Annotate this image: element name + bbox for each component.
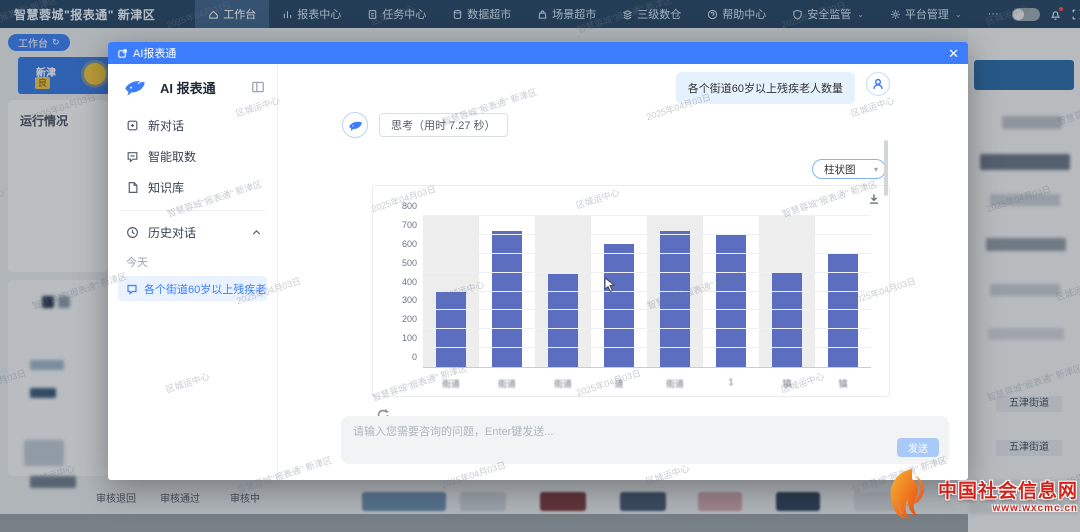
close-icon[interactable]: ✕ — [948, 47, 959, 60]
y-tick-label: 100 — [402, 333, 417, 343]
y-tick-label: 200 — [402, 314, 417, 324]
divider — [120, 210, 265, 211]
x-tick-label: 道 — [591, 377, 647, 390]
modal-title: AI报表通 — [133, 45, 176, 61]
assistant-row: 思考（用时 7.27 秒） — [342, 112, 508, 138]
chart-column — [815, 216, 871, 367]
modal-sidebar: AI 报表通 新对话智能取数知识库 历史对话 今天 各个街道60岁以上残疾老..… — [108, 64, 278, 480]
user-message-bubble: 各个街道60岁以上残疾老人数量 — [676, 72, 855, 104]
chart-column — [535, 216, 591, 367]
y-tick-label: 0 — [412, 352, 417, 362]
x-tick-label: 镇 — [759, 377, 815, 390]
sidebar-item-1[interactable]: 智能取数 — [108, 141, 277, 172]
y-tick-label: 500 — [402, 258, 417, 268]
sidebar-item-2[interactable]: 知识库 — [108, 172, 277, 203]
chat-main: 各个街道60岁以上残疾老人数量 思考（用时 7.27 秒） 柱状图▾ — [278, 64, 968, 480]
y-tick-label: 600 — [402, 239, 417, 249]
question-input-box: 发送 — [341, 416, 949, 464]
chat-scrollbar[interactable] — [884, 140, 888, 196]
whale-logo-icon — [122, 74, 148, 100]
bar — [548, 274, 578, 367]
x-tick-label: 1 — [703, 377, 759, 390]
app-title: AI 报表通 — [160, 78, 216, 97]
chart-card: 0100200300400500600700800 街道街道街道道街道1镇镇 — [372, 185, 890, 397]
x-axis-labels: 街道街道街道道街道1镇镇 — [423, 377, 871, 390]
send-button[interactable]: 发送 — [897, 438, 939, 457]
new-chat-icon — [126, 119, 139, 132]
smart-data-icon — [126, 150, 139, 163]
sidebar-item-0[interactable]: 新对话 — [108, 110, 277, 141]
y-tick-label: 800 — [402, 201, 417, 211]
chart-type-select[interactable]: 柱状图▾ — [812, 159, 886, 179]
chart-column — [479, 216, 535, 367]
history-clock-icon — [126, 226, 139, 239]
chart-column — [703, 216, 759, 367]
bar — [436, 292, 466, 367]
x-tick-label: 镇 — [815, 377, 871, 390]
chart-column — [759, 216, 815, 367]
history-item-selected[interactable]: 各个街道60岁以上残疾老... — [118, 276, 267, 301]
history-group-label: 今天 — [108, 246, 277, 274]
question-input[interactable] — [353, 422, 889, 442]
knowledge-icon — [126, 181, 139, 194]
chart-column — [591, 216, 647, 367]
sidebar-item-history[interactable]: 历史对话 — [108, 218, 277, 246]
chart-column — [423, 216, 479, 367]
bar — [772, 273, 802, 367]
sidebar-logo-row: AI 报表通 — [108, 74, 277, 110]
modal-header: AI报表通 ✕ — [108, 42, 968, 64]
bar — [604, 244, 634, 367]
x-tick-label: 街道 — [479, 377, 535, 390]
y-tick-label: 400 — [402, 277, 417, 287]
y-tick-label: 300 — [402, 295, 417, 305]
x-tick-label: 街道 — [535, 377, 591, 390]
x-tick-label: 街道 — [423, 377, 479, 390]
chat-icon — [126, 283, 138, 295]
collapse-panel-icon[interactable] — [251, 80, 265, 94]
x-tick-label: 街道 — [647, 377, 703, 390]
chevron-up-icon — [250, 226, 263, 239]
screen: 智慧蓉城"报表通" 新津区 工作台报表中心任务中心数据超市场景超市三级数仓帮助中… — [0, 0, 1080, 532]
user-message-row: 各个街道60岁以上残疾老人数量 — [676, 72, 890, 104]
ai-report-modal: AI报表通 ✕ AI 报表通 新对话智能取数知识库 — [108, 42, 968, 480]
window-icon — [117, 48, 128, 59]
thinking-duration-pill: 思考（用时 7.27 秒） — [379, 113, 508, 137]
user-avatar — [866, 72, 890, 96]
sidebar-menu: 新对话智能取数知识库 — [108, 110, 277, 203]
chart-column — [647, 216, 703, 367]
download-icon[interactable] — [867, 192, 881, 206]
bar-chart-plot: 0100200300400500600700800 — [423, 216, 871, 368]
y-tick-label: 700 — [402, 220, 417, 230]
assistant-whale-avatar — [342, 112, 368, 138]
